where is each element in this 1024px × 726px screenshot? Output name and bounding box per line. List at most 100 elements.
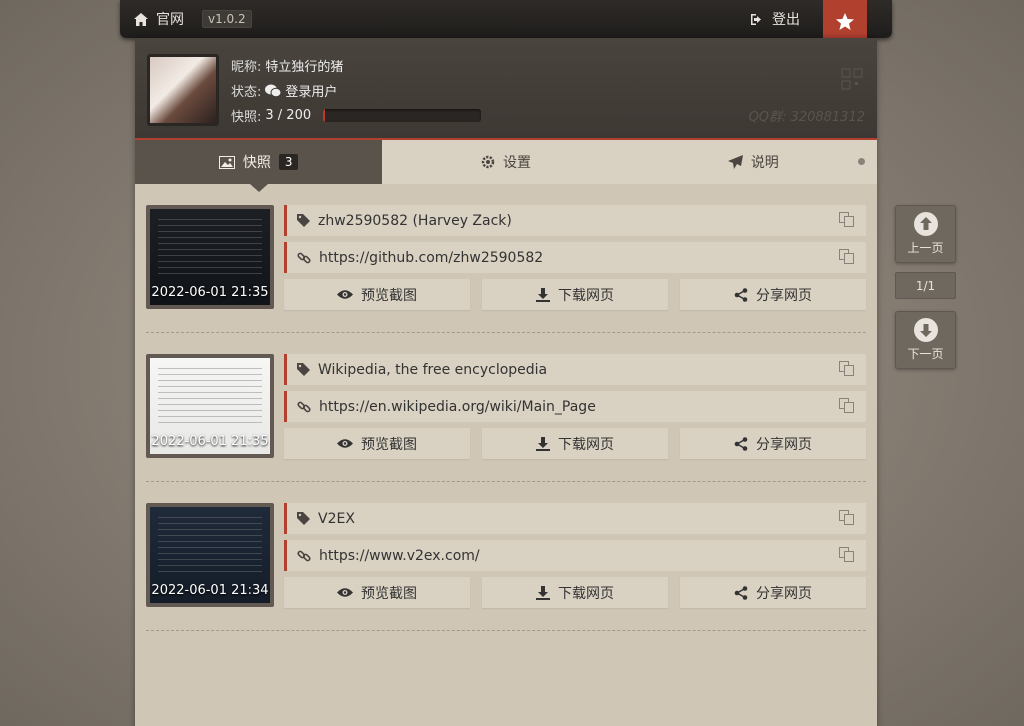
download-icon — [536, 287, 550, 302]
version-badge: v1.0.2 — [202, 10, 252, 28]
item-url[interactable]: https://en.wikipedia.org/wiki/Main_Page — [319, 399, 596, 415]
nickname-label: 昵称: — [231, 60, 262, 75]
preview-label: 预览截图 — [361, 585, 417, 602]
preview-button[interactable]: 预览截图 — [284, 428, 470, 459]
download-button[interactable]: 下载网页 — [482, 279, 668, 310]
home-icon — [134, 12, 148, 26]
title-field: zhw2590582 (Harvey Zack) — [284, 205, 866, 236]
tab-snapshots-badge: 3 — [278, 154, 299, 170]
copy-icon[interactable] — [839, 361, 854, 376]
share-label: 分享网页 — [756, 436, 812, 453]
eye-icon — [337, 588, 353, 597]
arrow-up-circle-icon — [913, 212, 938, 236]
link-icon — [297, 550, 311, 561]
share-icon — [734, 436, 748, 451]
tab-settings[interactable]: 设置 — [382, 140, 629, 184]
snapshot-count: 3 / 200 — [265, 108, 312, 123]
link-icon — [297, 252, 311, 263]
nickname-value: 特立独行的猪 — [265, 60, 344, 75]
share-icon — [734, 287, 748, 302]
top-bar: 官网 v1.0.2 登出 — [120, 0, 892, 38]
share-button[interactable]: 分享网页 — [680, 279, 866, 310]
status-row: 状态: 登录用户 — [231, 81, 337, 100]
url-field: https://www.v2ex.com/ — [284, 540, 866, 571]
status-value: 登录用户 — [285, 85, 338, 100]
tag-icon — [297, 214, 310, 227]
url-field: https://github.com/zhw2590582 — [284, 242, 866, 273]
share-button[interactable]: 分享网页 — [680, 428, 866, 459]
snapshot-label: 快照: — [231, 110, 262, 125]
profile-header: 昵称: 特立独行的猪 状态: 登录用户 快照: 3 / 200 QQ群: 320… — [135, 38, 877, 140]
list-item: 2022-06-01 21:35 Wikipedia, the free enc… — [146, 333, 866, 482]
tab-snapshots-label: 快照 — [242, 155, 271, 171]
preview-button[interactable]: 预览截图 — [284, 279, 470, 310]
tab-about[interactable]: 说明 — [630, 140, 877, 184]
item-url[interactable]: https://github.com/zhw2590582 — [319, 250, 543, 266]
snapshot-progress — [323, 109, 482, 122]
share-button[interactable]: 分享网页 — [680, 577, 866, 608]
snapshot-row: 快照: 3 / 200 — [231, 106, 482, 125]
nickname-row: 昵称: 特立独行的猪 — [231, 56, 343, 75]
tab-snapshots[interactable]: 快照 3 — [135, 140, 383, 192]
image-icon — [218, 155, 235, 169]
send-icon — [727, 155, 743, 169]
page-indicator: 1/1 — [895, 272, 956, 299]
download-label: 下载网页 — [558, 436, 614, 453]
tab-bar: 快照 3 设置 说明 — [135, 140, 877, 192]
wechat-icon — [265, 84, 282, 97]
logout-label: 登出 — [772, 12, 800, 28]
copy-icon[interactable] — [839, 249, 854, 264]
download-label: 下载网页 — [558, 287, 614, 304]
share-icon — [734, 585, 748, 600]
download-button[interactable]: 下载网页 — [482, 577, 668, 608]
preview-button[interactable]: 预览截图 — [284, 577, 470, 608]
tab-settings-label: 设置 — [502, 155, 531, 171]
logout-icon — [751, 13, 761, 25]
logout-button[interactable]: 登出 — [750, 9, 800, 29]
item-title: V2EX — [318, 510, 355, 527]
qq-group: QQ群: 320881312 — [748, 110, 865, 125]
next-page-label: 下一页 — [907, 347, 944, 361]
snapshot-time: 2022-06-01 21:35 — [151, 434, 269, 449]
tag-icon — [297, 363, 310, 376]
link-icon — [297, 401, 311, 412]
prev-page-button[interactable]: 上一页 — [895, 205, 956, 263]
next-page-button[interactable]: 下一页 — [895, 311, 956, 369]
share-label: 分享网页 — [756, 287, 812, 304]
home-link[interactable]: 官网 — [134, 9, 184, 29]
copy-icon[interactable] — [839, 510, 854, 525]
title-field: Wikipedia, the free encyclopedia — [284, 354, 866, 385]
prev-page-label: 上一页 — [907, 241, 944, 255]
url-field: https://en.wikipedia.org/wiki/Main_Page — [284, 391, 866, 422]
preview-label: 预览截图 — [361, 436, 417, 453]
item-url[interactable]: https://www.v2ex.com/ — [319, 548, 480, 564]
title-field: V2EX — [284, 503, 866, 534]
preview-label: 预览截图 — [361, 287, 417, 304]
gear-icon — [481, 155, 495, 169]
status-label: 状态: — [231, 85, 262, 100]
download-button[interactable]: 下载网页 — [482, 428, 668, 459]
snapshot-thumbnail[interactable]: 2022-06-01 21:35 — [146, 354, 274, 458]
list-item: 2022-06-01 21:34 V2EX https://www.v2ex.c… — [146, 482, 866, 631]
share-label: 分享网页 — [756, 585, 812, 602]
snapshot-time: 2022-06-01 21:34 — [151, 583, 269, 598]
tab-about-label: 说明 — [750, 155, 779, 171]
download-icon — [536, 585, 550, 600]
download-icon — [536, 436, 550, 451]
copy-icon[interactable] — [839, 547, 854, 562]
snapshot-thumbnail[interactable]: 2022-06-01 21:35 — [146, 205, 274, 309]
snapshot-thumbnail[interactable]: 2022-06-01 21:34 — [146, 503, 274, 607]
main-panel: 昵称: 特立独行的猪 状态: 登录用户 快照: 3 / 200 QQ群: 320… — [135, 38, 877, 726]
tab-dot-right — [858, 158, 865, 165]
list-item: 2022-06-01 21:35 zhw2590582 (Harvey Zack… — [146, 184, 866, 333]
eye-icon — [337, 290, 353, 299]
copy-icon[interactable] — [839, 212, 854, 227]
item-title: zhw2590582 (Harvey Zack) — [318, 212, 512, 229]
qrcode-icon — [841, 68, 863, 90]
item-title: Wikipedia, the free encyclopedia — [318, 361, 548, 378]
star-icon — [836, 13, 854, 30]
tag-icon — [297, 512, 310, 525]
copy-icon[interactable] — [839, 398, 854, 413]
snapshot-progress-fill — [323, 109, 326, 122]
eye-icon — [337, 439, 353, 448]
